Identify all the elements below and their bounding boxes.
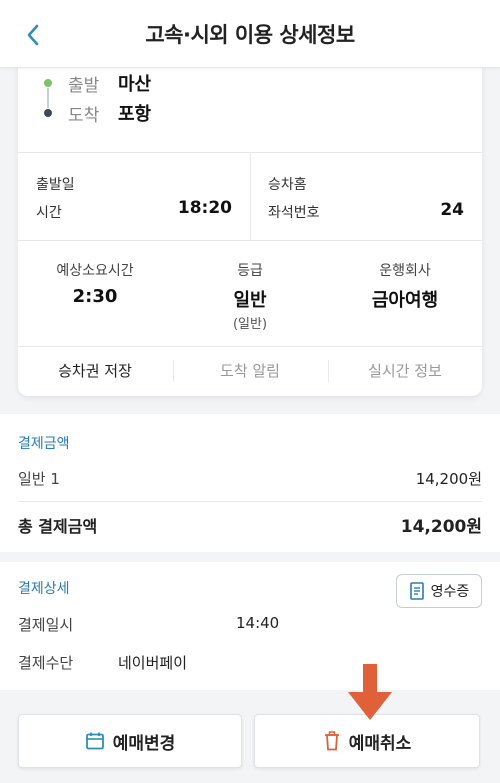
date-label: 출발일: [36, 177, 75, 193]
arrival-label: 도착: [68, 105, 100, 126]
company-value: 금아여행: [371, 290, 439, 311]
total-value: 14,200원: [400, 517, 482, 537]
divider: [250, 152, 251, 240]
page-title: 고속·시외 이용 상세정보: [145, 22, 355, 47]
payment-item-value: 14,200원: [415, 470, 482, 488]
route-line: [47, 88, 49, 108]
departure-value: 마산: [118, 74, 152, 95]
route-arrival: 도착 포항: [44, 98, 151, 128]
company-label: 운행회사: [379, 263, 431, 279]
company-column: 운행회사 금아여행: [328, 260, 482, 312]
seat-label: 좌석번호: [268, 205, 320, 221]
payment-datetime-label: 결제일시: [18, 616, 74, 634]
departure-label: 출발: [68, 75, 100, 96]
route-info: 출발 마산 도착 포항: [44, 68, 151, 128]
change-reservation-button[interactable]: 예매변경: [18, 714, 242, 768]
platform-label: 승차홈: [268, 177, 307, 193]
duration-value: 2:30: [72, 286, 118, 307]
divider: [18, 346, 482, 347]
save-ticket-tab[interactable]: 승차권 저장: [18, 358, 172, 384]
arrow-down-icon: [348, 664, 392, 720]
grade-value: 일반: [233, 290, 267, 311]
route-departure: 출발 마산: [44, 68, 151, 98]
grade-label: 등급: [237, 263, 263, 279]
arrival-alert-tab[interactable]: 도착 알림: [173, 358, 327, 384]
receipt-button[interactable]: 영수증: [396, 574, 482, 608]
payment-method-value: 네이버페이: [118, 654, 188, 672]
payment-section: 결제금액 일반 1 14,200원 총 결제금액 14,200원: [0, 414, 500, 552]
receipt-label: 영수증: [430, 584, 470, 600]
payment-item-label: 일반 1: [18, 470, 60, 488]
calendar-icon: [85, 732, 104, 750]
payment-detail-section: 결제상세 영수증 결제일시 14:40 결제수단 네이버페이: [0, 562, 500, 690]
seat-value: 24: [440, 200, 464, 220]
duration-column: 예상소요시간 2:30: [18, 260, 172, 307]
divider: [18, 240, 482, 241]
total-label: 총 결제금액: [18, 517, 98, 536]
app-header: 고속·시외 이용 상세정보: [0, 0, 500, 68]
departure-dot-icon: [44, 79, 52, 87]
cancel-reservation-label: 예매취소: [348, 733, 412, 754]
payment-datetime-value: 14:40: [236, 614, 280, 632]
arrival-value: 포항: [118, 104, 152, 125]
payment-detail-title: 결제상세: [18, 581, 70, 597]
divider: [18, 501, 482, 502]
grade-column: 등급 일반 (일반): [173, 260, 327, 332]
time-value: 18:20: [177, 198, 232, 218]
ticket-card: 출발 마산 도착 포항 출발일 시간 18:20 승차홈 좌석번호 24 예상소…: [18, 60, 482, 396]
receipt-icon: [409, 582, 424, 600]
arrival-dot-icon: [44, 109, 52, 117]
payment-method-label: 결제수단: [18, 654, 74, 672]
chevron-left-icon: [27, 24, 39, 46]
duration-label: 예상소요시간: [56, 263, 134, 279]
grade-sub: (일반): [232, 317, 268, 332]
change-reservation-label: 예매변경: [112, 733, 176, 754]
back-button[interactable]: [18, 20, 48, 50]
time-label: 시간: [36, 205, 62, 221]
trash-icon: [324, 731, 339, 751]
realtime-info-tab[interactable]: 실시간 정보: [328, 358, 482, 384]
payment-title: 결제금액: [18, 436, 70, 452]
